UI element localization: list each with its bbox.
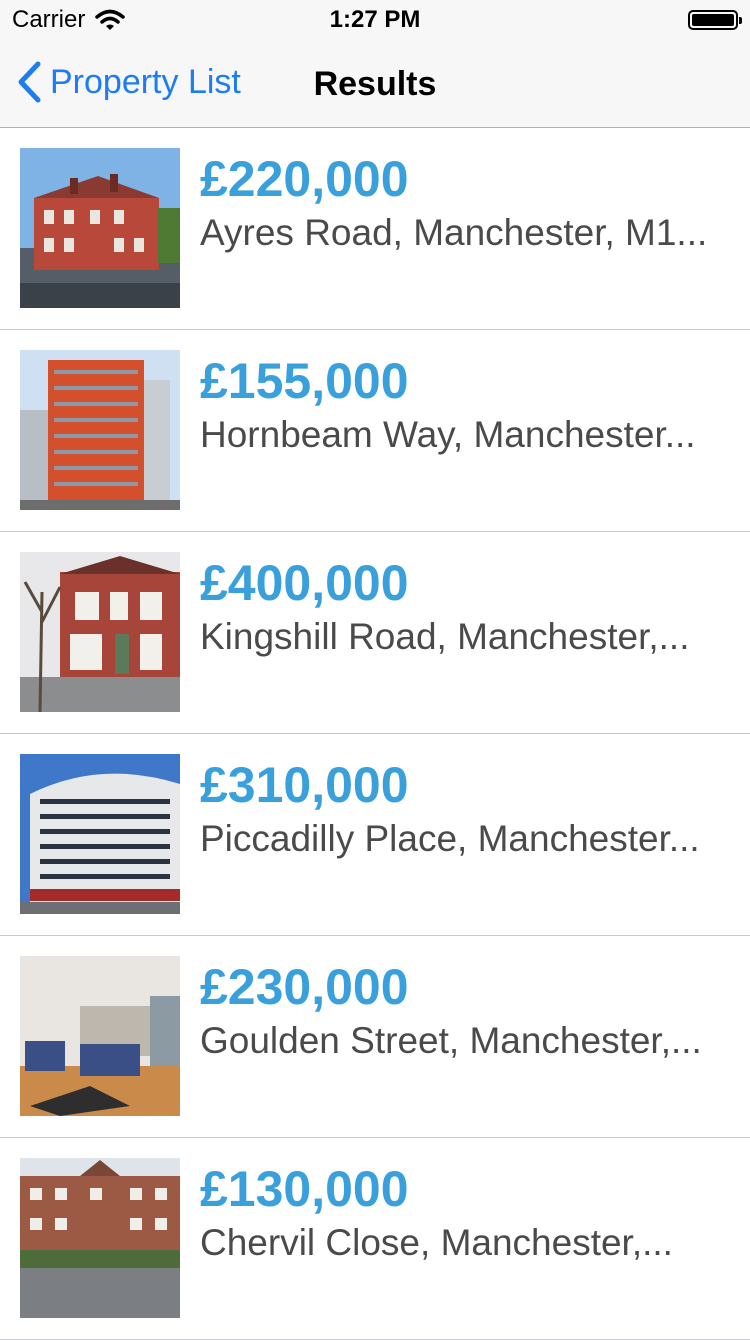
navigation-bar: Property List Results (0, 40, 750, 128)
property-thumbnail (20, 1158, 180, 1318)
property-thumbnail (20, 350, 180, 510)
listing-price: £230,000 (200, 959, 409, 1015)
clock: 1:27 PM (329, 6, 421, 33)
property-thumbnail (20, 552, 180, 712)
listing-price: £220,000 (200, 151, 409, 207)
list-item[interactable]: £230,000 Goulden Street, Manchester,... (0, 936, 750, 1138)
listing-address: Chervil Close, Manchester,... (200, 1222, 673, 1263)
list-item[interactable]: £155,000 Hornbeam Way, Manchester... (0, 330, 750, 532)
results-list: £220,000 Ayres Road, Manchester, M1... £… (0, 128, 750, 1340)
property-thumbnail (20, 148, 180, 308)
property-thumbnail (20, 754, 180, 914)
listing-address: Goulden Street, Manchester,... (200, 1020, 702, 1061)
status-bar: Carrier 1:27 PM (0, 0, 750, 40)
property-thumbnail (20, 956, 180, 1116)
listing-address: Piccadilly Place, Manchester... (200, 818, 700, 859)
page-title: Results (313, 65, 437, 103)
battery-icon (688, 10, 742, 30)
listing-address: Kingshill Road, Manchester,... (200, 616, 690, 657)
listing-price: £155,000 (200, 353, 409, 409)
list-item[interactable]: £400,000 Kingshill Road, Manchester,... (0, 532, 750, 734)
listing-price: £310,000 (200, 757, 409, 813)
list-item[interactable]: £130,000 Chervil Close, Manchester,... (0, 1138, 750, 1340)
listing-price: £130,000 (200, 1161, 409, 1217)
listing-address: Hornbeam Way, Manchester... (200, 414, 696, 455)
listing-price: £400,000 (200, 555, 409, 611)
list-item[interactable]: £310,000 Piccadilly Place, Manchester... (0, 734, 750, 936)
listing-address: Ayres Road, Manchester, M1... (200, 212, 708, 253)
list-item[interactable]: £220,000 Ayres Road, Manchester, M1... (0, 128, 750, 330)
